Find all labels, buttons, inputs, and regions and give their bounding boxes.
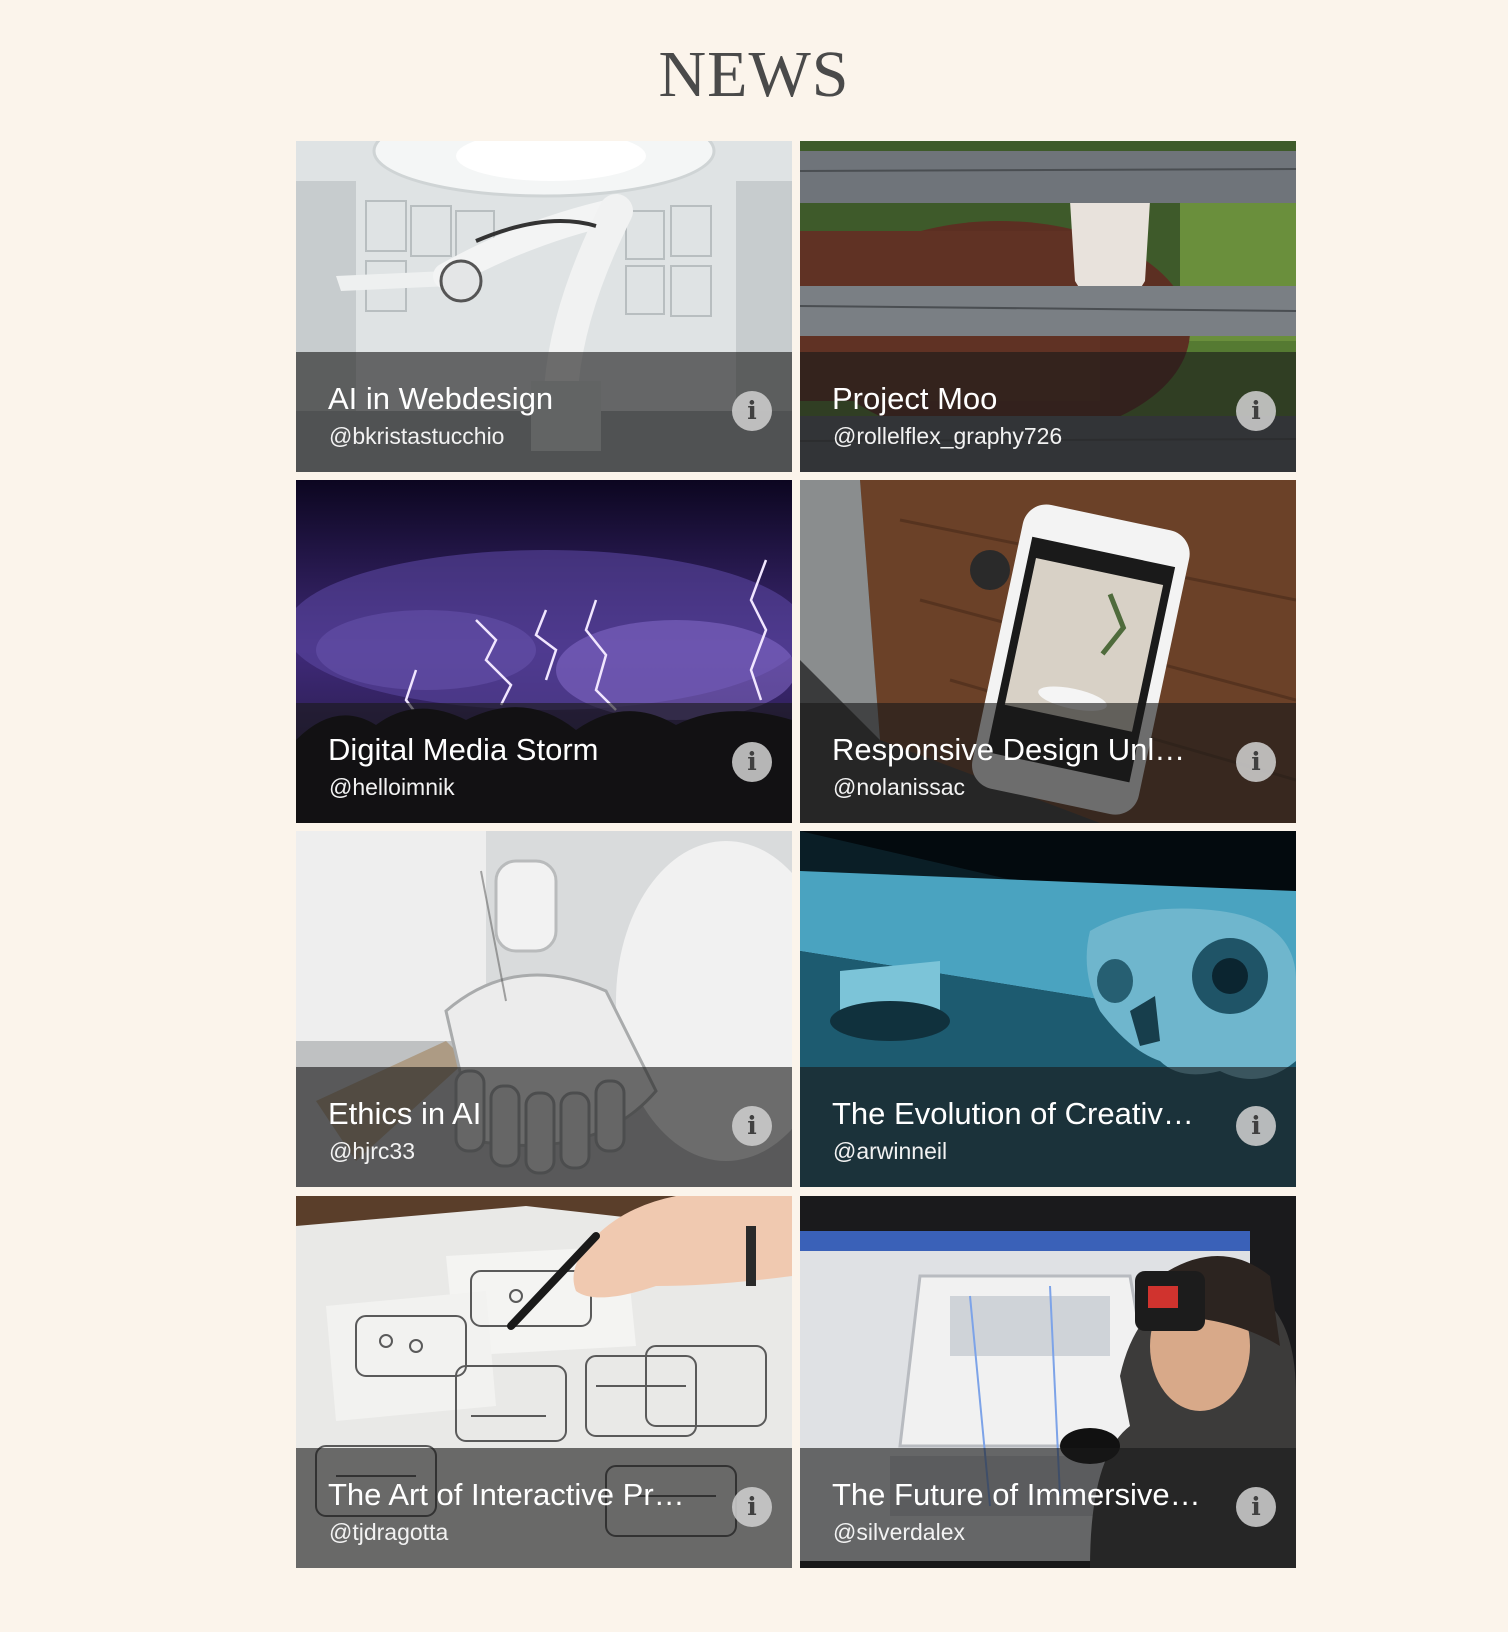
card-caption: The Evolution of Creative Technology @ar… [800,1067,1296,1187]
card-title[interactable]: The Future of Immersive Experiences [832,1476,1201,1514]
card-author[interactable]: @nolanissac [833,773,965,801]
card-title[interactable]: Project Moo [832,380,1201,418]
news-card[interactable]: Digital Media Storm @helloimnik i [296,480,792,823]
card-title[interactable]: AI in Webdesign [328,380,697,418]
card-caption: Digital Media Storm @helloimnik i [296,703,792,823]
card-author[interactable]: @bkristastucchio [329,422,504,450]
info-icon[interactable]: i [1236,391,1276,431]
card-author[interactable]: @helloimnik [329,773,455,801]
page-title: NEWS [658,38,850,111]
card-author[interactable]: @rollelflex_graphy726 [833,422,1062,450]
news-card[interactable]: Responsive Design Unleashed @nolanissac … [800,480,1296,823]
card-caption: The Future of Immersive Experiences @sil… [800,1448,1296,1568]
card-author[interactable]: @hjrc33 [329,1137,415,1165]
news-card[interactable]: The Evolution of Creative Technology @ar… [800,831,1296,1187]
card-title[interactable]: Digital Media Storm [328,731,697,769]
card-title[interactable]: The Art of Interactive Prototyping [328,1476,697,1514]
card-caption: The Art of Interactive Prototyping @tjdr… [296,1448,792,1568]
news-card[interactable]: Ethics in AI @hjrc33 i [296,831,792,1187]
card-author[interactable]: @silverdalex [833,1518,965,1546]
card-caption: Ethics in AI @hjrc33 i [296,1067,792,1187]
info-icon[interactable]: i [1236,1487,1276,1527]
news-card[interactable]: AI in Webdesign @bkristastucchio i [296,141,792,472]
info-icon[interactable]: i [732,742,772,782]
news-card[interactable]: Project Moo @rollelflex_graphy726 i [800,141,1296,472]
news-card[interactable]: The Art of Interactive Prototyping @tjdr… [296,1196,792,1568]
card-title[interactable]: The Evolution of Creative Technology [832,1095,1201,1133]
card-caption: Project Moo @rollelflex_graphy726 i [800,352,1296,472]
info-icon[interactable]: i [1236,742,1276,782]
card-caption: AI in Webdesign @bkristastucchio i [296,352,792,472]
info-icon[interactable]: i [732,391,772,431]
info-icon[interactable]: i [732,1487,772,1527]
news-card[interactable]: The Future of Immersive Experiences @sil… [800,1196,1296,1568]
card-title[interactable]: Responsive Design Unleashed [832,731,1201,769]
card-author[interactable]: @arwinneil [833,1137,947,1165]
info-icon[interactable]: i [732,1106,772,1146]
card-caption: Responsive Design Unleashed @nolanissac … [800,703,1296,823]
card-author[interactable]: @tjdragotta [329,1518,448,1546]
card-title[interactable]: Ethics in AI [328,1095,697,1133]
info-icon[interactable]: i [1236,1106,1276,1146]
